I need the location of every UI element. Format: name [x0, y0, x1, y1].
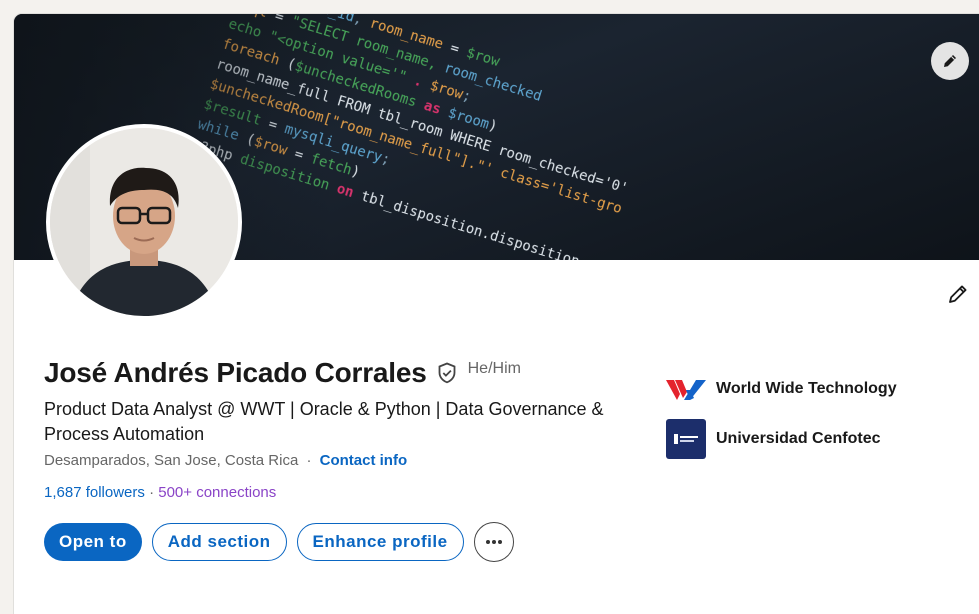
- profile-name: José Andrés Picado Corrales: [44, 357, 427, 388]
- pronouns: He/Him: [467, 360, 521, 377]
- network-row: 1,687 followers · 500+ connections: [44, 484, 276, 501]
- open-to-button[interactable]: Open to: [44, 523, 142, 561]
- pencil-icon: [941, 52, 959, 70]
- more-horizontal-icon: [485, 539, 503, 545]
- pencil-icon: [946, 282, 970, 306]
- verified-shield-icon[interactable]: [435, 361, 459, 385]
- org-name: Universidad Cenfotec: [716, 430, 881, 447]
- experience-org-item[interactable]: World Wide Technology: [666, 369, 897, 409]
- location-text: Desamparados, San Jose, Costa Rica: [44, 452, 299, 469]
- profile-actions: Open to Add section Enhance profile: [44, 522, 514, 562]
- name-row: José Andrés Picado Corrales He/Him: [44, 357, 521, 389]
- separator: ·: [306, 452, 312, 469]
- followers-link[interactable]: 1,687 followers: [44, 484, 145, 501]
- wwt-logo-icon: [666, 369, 706, 409]
- separator: ·: [149, 484, 155, 501]
- profile-avatar[interactable]: [46, 124, 242, 320]
- enhance-profile-button[interactable]: Enhance profile: [296, 523, 464, 561]
- cenfotec-logo-icon: [666, 419, 706, 459]
- edit-intro-button[interactable]: [944, 280, 972, 308]
- edit-banner-button[interactable]: [931, 42, 969, 80]
- location-row: Desamparados, San Jose, Costa Rica · Con…: [44, 452, 407, 469]
- profile-card: SELECT room_id, room_name = $row $sql = …: [14, 14, 979, 614]
- education-org-item[interactable]: Universidad Cenfotec: [666, 419, 880, 459]
- profile-headline: Product Data Analyst @ WWT | Oracle & Py…: [44, 399, 604, 444]
- add-section-button[interactable]: Add section: [151, 523, 287, 561]
- contact-info-link[interactable]: Contact info: [320, 452, 408, 469]
- org-name: World Wide Technology: [716, 380, 897, 397]
- connections-link[interactable]: 500+ connections: [158, 484, 276, 501]
- more-actions-button[interactable]: [473, 522, 514, 562]
